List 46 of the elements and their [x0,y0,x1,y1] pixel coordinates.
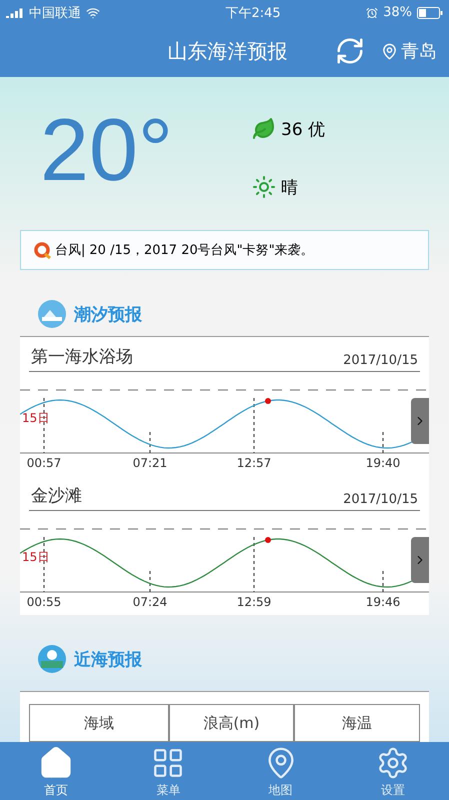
time-label: 12:59 [236,595,272,609]
time-label: 19:46 [366,595,400,609]
air-quality: 36 优 [281,118,326,140]
tab-item[interactable]: 菜单 [141,742,196,800]
status-time: 下午2:45 [225,4,281,22]
time-label: 07:21 [132,456,168,470]
location-pin-icon [381,42,398,60]
tab-item[interactable]: 设置 [366,742,420,800]
weather-condition: 晴 [281,176,298,198]
station-date: 2017/10/15 [343,353,418,368]
home-icon [39,746,74,780]
next-button[interactable] [411,537,429,583]
wifi-icon [86,6,100,20]
time-label: 00:57 [26,456,62,470]
temperature: 20° [40,99,174,201]
carrier-name: 中国联通 [29,4,81,22]
time-label: 07:24 [132,595,168,609]
column-header: 浪高(m) [169,704,294,742]
tab-item[interactable]: 地图 [254,742,308,800]
column-header: 海温 [294,704,420,742]
station-name: 金沙滩 [31,485,82,507]
city-button[interactable]: 青岛 [381,39,437,63]
time-label: 12:57 [236,456,272,470]
column-header: 海域 [29,704,169,742]
battery-percent: 38% [383,5,412,20]
leaf-icon [252,117,276,141]
station-date: 2017/10/15 [343,492,418,507]
tab-item[interactable]: 首页 [29,742,84,800]
next-button[interactable] [411,398,429,444]
battery-icon [416,6,443,18]
refresh-icon[interactable] [335,36,365,66]
notice-text: 20 /15，2017 20号台风"卡努"来袭。 [89,242,314,259]
sun-icon [252,175,276,199]
sea-icon [38,645,66,673]
signal-icon [6,8,24,18]
section-title: 近海预报 [74,648,142,670]
app-title: 山东海洋预报 [166,38,288,64]
alarm-icon [366,6,378,18]
notice-banner[interactable]: 台风| 20 /15，2017 20号台风"卡努"来袭。 [20,230,429,270]
time-label: 00:55 [26,595,62,609]
time-label: 19:40 [366,456,400,470]
station-name: 第一海水浴场 [31,346,133,368]
notice-tag: 台风| [55,240,86,259]
day-label: 15日 [22,410,50,427]
day-label: 15日 [22,549,50,566]
section-title: 潮汐预报 [74,304,142,326]
